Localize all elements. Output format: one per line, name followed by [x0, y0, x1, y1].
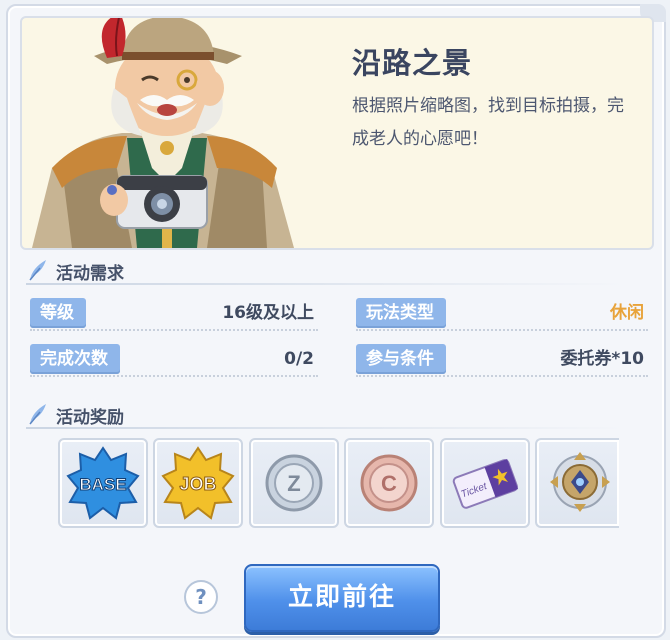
rewards-section-title: 活动奖励 — [56, 408, 124, 428]
activity-header-card: 沿路之景 根据照片缩略图，找到目标拍摄，完成老人的心愿吧！ — [20, 16, 654, 250]
dotted-separator — [30, 329, 318, 331]
emblem-icon — [550, 452, 610, 512]
activity-panel: 沿路之景 根据照片缩略图，找到目标拍摄，完成老人的心愿吧！ 活动需求 等级 16… — [6, 4, 666, 638]
rewards-section-header: 活动奖励 — [26, 400, 626, 429]
base-exp-icon: BASE — [66, 446, 140, 520]
contribution-coin-icon: C — [360, 454, 418, 512]
requirement-entry-condition: 参与条件 委托券*10 — [356, 344, 648, 377]
reward-slot-ticket[interactable]: Ticket — [440, 438, 530, 528]
feather-icon — [29, 260, 46, 281]
dotted-separator — [356, 375, 648, 377]
go-now-button[interactable]: 立即前往 — [244, 564, 440, 632]
requirement-completions-label: 完成次数 — [30, 344, 120, 374]
requirement-level-value: 16级及以上 — [222, 303, 314, 323]
requirement-entry-condition-label: 参与条件 — [356, 344, 446, 374]
help-button[interactable]: ? — [184, 580, 218, 614]
zeny-coin-icon: Z — [265, 454, 323, 512]
activity-title: 沿路之景 — [352, 46, 473, 80]
requirements-section-title: 活动需求 — [56, 264, 124, 284]
job-exp-text: JOB — [179, 474, 216, 494]
requirement-level-label: 等级 — [30, 298, 86, 328]
requirement-play-type: 玩法类型 休闲 — [356, 298, 648, 331]
section-divider — [26, 283, 626, 285]
requirement-play-type-value: 休闲 — [610, 303, 644, 323]
activity-description: 根据照片缩略图，找到目标拍摄，完成老人的心愿吧！ — [352, 96, 624, 149]
base-exp-text: BASE — [79, 475, 126, 494]
reward-slot-contribution[interactable]: C — [344, 438, 434, 528]
requirement-entry-condition-value: 委托券*10 — [560, 349, 644, 369]
dotted-separator — [30, 375, 318, 377]
dotted-separator — [356, 329, 648, 331]
feather-icon — [29, 404, 46, 425]
old-man-photographer-portrait — [32, 18, 294, 248]
zeny-coin-text: Z — [287, 471, 300, 496]
ticket-icon: Ticket — [452, 458, 519, 509]
requirements-section-header: 活动需求 — [26, 256, 626, 285]
contribution-coin-text: C — [381, 471, 397, 496]
reward-slot-base-exp[interactable]: BASE — [58, 438, 148, 528]
job-exp-icon: JOB — [161, 446, 235, 520]
requirement-completions: 完成次数 0/2 — [30, 344, 318, 377]
requirement-completions-value: 0/2 — [284, 349, 314, 369]
reward-slot-zeny[interactable]: Z — [249, 438, 339, 528]
reward-slot-emblem[interactable] — [535, 438, 619, 528]
requirement-level: 等级 16级及以上 — [30, 298, 318, 331]
reward-slot-job-exp[interactable]: JOB — [153, 438, 243, 528]
section-divider — [26, 427, 626, 429]
requirement-play-type-label: 玩法类型 — [356, 298, 446, 328]
